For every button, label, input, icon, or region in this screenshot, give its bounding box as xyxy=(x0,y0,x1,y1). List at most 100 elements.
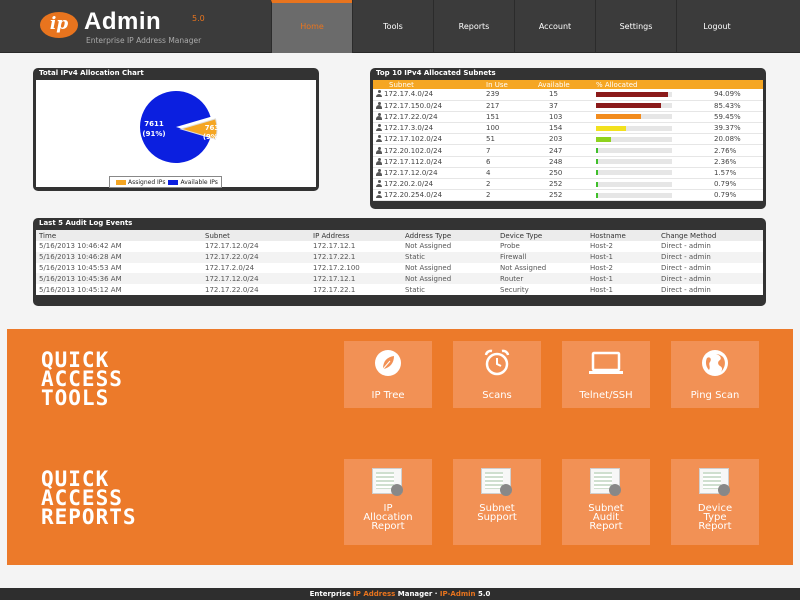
available-cell: 203 xyxy=(535,133,593,146)
footer-text: 5.0 xyxy=(475,590,491,598)
subnet-cell[interactable]: 172.17.3.0/24 xyxy=(373,122,483,135)
allocation-bar-cell xyxy=(593,122,711,135)
nav-tools[interactable]: Tools xyxy=(352,0,433,53)
in-use-cell: 2 xyxy=(483,178,535,191)
tile-ip-allocation-report[interactable]: IP Allocation Report xyxy=(344,459,432,545)
allocation-bar-cell xyxy=(593,100,711,112)
subnet-cell[interactable]: 172.20.102.0/24 xyxy=(373,144,483,157)
audit-row[interactable]: 5/16/2013 10:45:12 AM 172.17.22.0/24 172.1… xyxy=(36,284,763,295)
col-hostname[interactable]: Hostname xyxy=(587,230,658,241)
subnet-row[interactable]: 172.20.254.0/24 2 252 0.79% xyxy=(373,189,763,202)
audit-device-type-cell: Not Assigned xyxy=(497,262,587,274)
subnet-cell[interactable]: 172.17.102.0/24 xyxy=(373,133,483,146)
audit-row[interactable]: 5/16/2013 10:45:53 AM 172.17.2.0/24 172.17… xyxy=(36,262,763,274)
audit-device-type-cell: Security xyxy=(497,284,587,295)
subnet-row[interactable]: 172.17.4.0/24 239 15 94.09% xyxy=(373,89,763,101)
top-subnets-panel: Top 10 IPv4 Allocated Subnets Subnet In … xyxy=(370,68,766,209)
tile-subnet-audit-report[interactable]: Subnet Audit Report xyxy=(562,459,650,545)
col-pct-allocated[interactable]: % Allocated xyxy=(593,80,711,89)
legend-swatch-available xyxy=(168,179,179,185)
audit-row[interactable]: 5/16/2013 10:46:28 AM 172.17.22.0/24 172.1… xyxy=(36,251,763,263)
subnet-row[interactable]: 172.17.3.0/24 100 154 39.37% xyxy=(373,122,763,135)
tile-label: IP Allocation Report xyxy=(344,504,432,532)
user-icon xyxy=(376,168,382,176)
tile-label-line: Support xyxy=(477,512,517,523)
tile-ip-tree[interactable]: IP Tree xyxy=(344,341,432,408)
col-change-method[interactable]: Change Method xyxy=(658,230,763,241)
user-icon xyxy=(376,157,382,165)
subnet-cell[interactable]: 172.17.150.0/24 xyxy=(373,100,483,112)
tile-label: Device Type Report xyxy=(671,504,759,532)
audit-hostname-cell: Host-1 xyxy=(587,284,658,295)
tile-subnet-support[interactable]: Subnet Support xyxy=(453,459,541,545)
col-subnet[interactable]: Subnet xyxy=(202,230,310,241)
quick-access-tools-section: QUICK ACCESS TOOLS IP Tree Scans Telnet/… xyxy=(7,329,793,447)
available-cell: 15 xyxy=(535,89,593,101)
report-document-icon xyxy=(481,468,512,496)
report-document-icon xyxy=(590,468,621,496)
col-in-use[interactable]: In Use xyxy=(483,80,535,89)
user-icon xyxy=(376,112,382,120)
allocation-bar-cell xyxy=(593,167,711,180)
tile-label-line: Report xyxy=(371,521,405,532)
audit-address-type-cell: Static xyxy=(402,251,497,263)
tile-telnet-ssh[interactable]: Telnet/SSH xyxy=(562,341,650,408)
subnet-value: 172.17.4.0/24 xyxy=(384,90,434,99)
subnet-cell[interactable]: 172.17.4.0/24 xyxy=(373,89,483,101)
col-ip-address[interactable]: IP Address xyxy=(310,230,402,241)
logo[interactable]: ip Admin 5.0 Enterprise IP Address Manag… xyxy=(40,8,270,48)
tile-label: Scans xyxy=(482,390,512,401)
allocation-bar-fill xyxy=(596,114,642,120)
col-address-type[interactable]: Address Type xyxy=(402,230,497,241)
pct-cell: 59.45% xyxy=(711,111,763,124)
col-device-type[interactable]: Device Type xyxy=(497,230,587,241)
nav-logout[interactable]: Logout xyxy=(676,0,757,53)
allocation-pie-chart: 7611 (91%) 763 (9%) xyxy=(140,91,221,163)
tile-ping-scan[interactable]: Ping Scan xyxy=(671,341,759,408)
nav-reports[interactable]: Reports xyxy=(433,0,514,53)
audit-log-title: Last 5 Audit Log Events xyxy=(39,219,133,227)
subnet-cell[interactable]: 172.20.2.0/24 xyxy=(373,178,483,191)
audit-ip-address-cell: 172.17.22.1 xyxy=(310,284,402,295)
subnet-row[interactable]: 172.20.2.0/24 2 252 0.79% xyxy=(373,178,763,191)
nav-settings[interactable]: Settings xyxy=(595,0,676,53)
user-icon xyxy=(376,135,382,143)
pie-legend: Assigned IPs Available IPs xyxy=(109,176,222,188)
allocation-chart-panel: Total IPv4 Allocation Chart 7611 (91%) 7… xyxy=(33,68,319,191)
audit-time-cell: 5/16/2013 10:46:42 AM xyxy=(36,241,202,252)
subnet-row[interactable]: 172.17.112.0/24 6 248 2.36% xyxy=(373,156,763,168)
allocation-bar xyxy=(596,181,672,187)
subnet-cell[interactable]: 172.20.254.0/24 xyxy=(373,189,483,202)
tile-label-line: Report xyxy=(698,521,732,532)
allocation-bar-fill xyxy=(596,159,598,165)
tile-scans[interactable]: Scans xyxy=(453,341,541,408)
allocation-bar-fill xyxy=(596,148,599,154)
available-cell: 247 xyxy=(535,144,593,157)
col-available[interactable]: Available xyxy=(535,80,593,89)
audit-subnet-cell: 172.17.12.0/24 xyxy=(202,241,310,252)
subnet-row[interactable]: 172.17.102.0/24 51 203 20.08% xyxy=(373,133,763,146)
tile-label: IP Tree xyxy=(371,390,405,401)
audit-time-cell: 5/16/2013 10:45:12 AM xyxy=(36,284,202,295)
subnet-cell[interactable]: 172.17.112.0/24 xyxy=(373,156,483,168)
tile-device-type-report[interactable]: Device Type Report xyxy=(671,459,759,545)
nav-account[interactable]: Account xyxy=(514,0,595,53)
allocation-bar-fill xyxy=(596,181,598,187)
audit-address-type-cell: Static xyxy=(402,284,497,295)
subnet-row[interactable]: 172.17.150.0/24 217 37 85.43% xyxy=(373,100,763,112)
footer-text: IP Address xyxy=(353,590,396,598)
subnet-row[interactable]: 172.20.102.0/24 7 247 2.76% xyxy=(373,144,763,157)
audit-row[interactable]: 5/16/2013 10:46:42 AM 172.17.12.0/24 172.1… xyxy=(36,241,763,252)
in-use-cell: 7 xyxy=(483,144,535,157)
subnet-cell[interactable]: 172.17.22.0/24 xyxy=(373,111,483,124)
quick-access-reports-section: QUICK ACCESS REPORTS IP Allocation Repor… xyxy=(7,447,793,565)
col-subnet[interactable]: Subnet xyxy=(373,80,483,89)
in-use-cell: 239 xyxy=(483,89,535,101)
audit-ip-address-cell: 172.17.12.1 xyxy=(310,273,402,285)
subnet-row[interactable]: 172.17.22.0/24 151 103 59.45% xyxy=(373,111,763,124)
subnet-cell[interactable]: 172.17.12.0/24 xyxy=(373,167,483,180)
audit-row[interactable]: 5/16/2013 10:45:36 AM 172.17.12.0/24 172.1… xyxy=(36,273,763,285)
subnet-row[interactable]: 172.17.12.0/24 4 250 1.57% xyxy=(373,167,763,180)
col-time[interactable]: Time xyxy=(36,230,202,241)
nav-home[interactable]: Home xyxy=(271,0,352,53)
